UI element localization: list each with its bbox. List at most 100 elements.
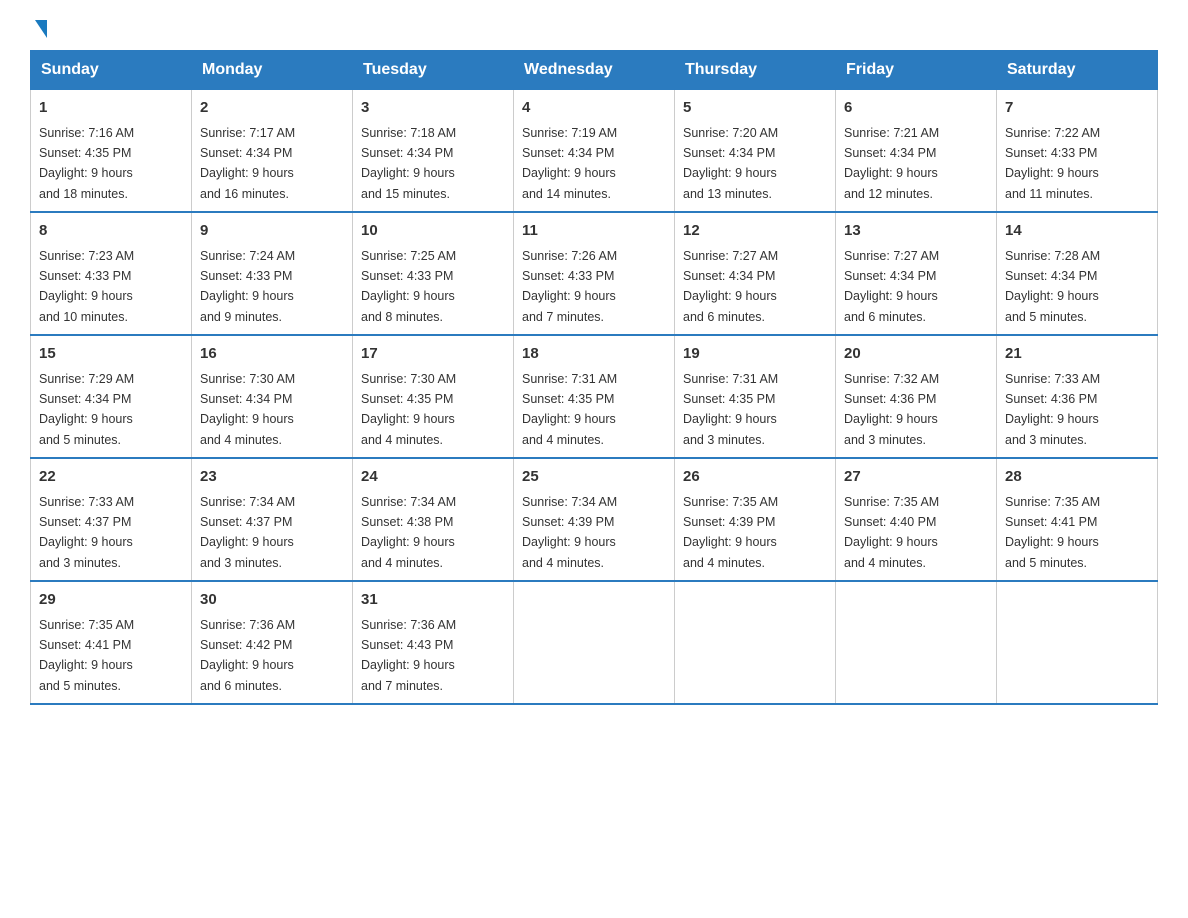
day-info: Sunrise: 7:28 AMSunset: 4:34 PMDaylight:… [1005, 249, 1100, 324]
day-info: Sunrise: 7:30 AMSunset: 4:34 PMDaylight:… [200, 372, 295, 447]
calendar-cell: 26 Sunrise: 7:35 AMSunset: 4:39 PMDayligh… [675, 458, 836, 581]
logo [30, 20, 47, 40]
day-info: Sunrise: 7:34 AMSunset: 4:39 PMDaylight:… [522, 495, 617, 570]
calendar-week-row: 8 Sunrise: 7:23 AMSunset: 4:33 PMDaylight… [31, 212, 1158, 335]
day-info: Sunrise: 7:33 AMSunset: 4:37 PMDaylight:… [39, 495, 134, 570]
calendar-table: SundayMondayTuesdayWednesdayThursdayFrid… [30, 50, 1158, 705]
day-number: 4 [522, 97, 666, 120]
calendar-week-row: 29 Sunrise: 7:35 AMSunset: 4:41 PMDayligh… [31, 581, 1158, 704]
day-number: 18 [522, 343, 666, 366]
header-monday: Monday [192, 51, 353, 90]
day-info: Sunrise: 7:34 AMSunset: 4:37 PMDaylight:… [200, 495, 295, 570]
day-info: Sunrise: 7:20 AMSunset: 4:34 PMDaylight:… [683, 126, 778, 201]
day-info: Sunrise: 7:35 AMSunset: 4:39 PMDaylight:… [683, 495, 778, 570]
header-wednesday: Wednesday [514, 51, 675, 90]
day-number: 19 [683, 343, 827, 366]
calendar-cell: 4 Sunrise: 7:19 AMSunset: 4:34 PMDaylight… [514, 90, 675, 213]
calendar-cell [514, 581, 675, 704]
calendar-cell: 15 Sunrise: 7:29 AMSunset: 4:34 PMDayligh… [31, 335, 192, 458]
day-number: 17 [361, 343, 505, 366]
day-number: 22 [39, 466, 183, 489]
calendar-cell: 20 Sunrise: 7:32 AMSunset: 4:36 PMDayligh… [836, 335, 997, 458]
logo-blue-text [30, 20, 47, 40]
calendar-cell: 16 Sunrise: 7:30 AMSunset: 4:34 PMDayligh… [192, 335, 353, 458]
day-number: 25 [522, 466, 666, 489]
day-number: 29 [39, 589, 183, 612]
calendar-cell: 28Sunrise: 7:35 AMSunset: 4:41 PMDayligh… [997, 458, 1158, 581]
day-info: Sunrise: 7:27 AMSunset: 4:34 PMDaylight:… [844, 249, 939, 324]
day-number: 26 [683, 466, 827, 489]
day-number: 5 [683, 97, 827, 120]
day-info: Sunrise: 7:19 AMSunset: 4:34 PMDaylight:… [522, 126, 617, 201]
day-number: 27 [844, 466, 988, 489]
calendar-cell: 14 Sunrise: 7:28 AMSunset: 4:34 PMDayligh… [997, 212, 1158, 335]
day-number: 7 [1005, 97, 1149, 120]
day-info: Sunrise: 7:26 AMSunset: 4:33 PMDaylight:… [522, 249, 617, 324]
day-number: 23 [200, 466, 344, 489]
calendar-cell [836, 581, 997, 704]
day-number: 12 [683, 220, 827, 243]
calendar-cell: 17Sunrise: 7:30 AMSunset: 4:35 PMDayligh… [353, 335, 514, 458]
header-sunday: Sunday [31, 51, 192, 90]
day-number: 1 [39, 97, 183, 120]
calendar-week-row: 15 Sunrise: 7:29 AMSunset: 4:34 PMDayligh… [31, 335, 1158, 458]
calendar-cell: 8 Sunrise: 7:23 AMSunset: 4:33 PMDaylight… [31, 212, 192, 335]
day-info: Sunrise: 7:25 AMSunset: 4:33 PMDaylight:… [361, 249, 456, 324]
day-info: Sunrise: 7:32 AMSunset: 4:36 PMDaylight:… [844, 372, 939, 447]
calendar-week-row: 1 Sunrise: 7:16 AMSunset: 4:35 PMDaylight… [31, 90, 1158, 213]
header-friday: Friday [836, 51, 997, 90]
day-number: 14 [1005, 220, 1149, 243]
header-tuesday: Tuesday [353, 51, 514, 90]
day-info: Sunrise: 7:35 AMSunset: 4:40 PMDaylight:… [844, 495, 939, 570]
day-number: 21 [1005, 343, 1149, 366]
calendar-cell [997, 581, 1158, 704]
day-number: 16 [200, 343, 344, 366]
day-number: 30 [200, 589, 344, 612]
calendar-cell: 9 Sunrise: 7:24 AMSunset: 4:33 PMDaylight… [192, 212, 353, 335]
day-number: 9 [200, 220, 344, 243]
calendar-cell: 5 Sunrise: 7:20 AMSunset: 4:34 PMDaylight… [675, 90, 836, 213]
day-info: Sunrise: 7:35 AMSunset: 4:41 PMDaylight:… [39, 618, 134, 693]
day-number: 15 [39, 343, 183, 366]
calendar-week-row: 22 Sunrise: 7:33 AMSunset: 4:37 PMDayligh… [31, 458, 1158, 581]
day-number: 20 [844, 343, 988, 366]
day-info: Sunrise: 7:22 AMSunset: 4:33 PMDaylight:… [1005, 126, 1100, 201]
calendar-cell: 10 Sunrise: 7:25 AMSunset: 4:33 PMDayligh… [353, 212, 514, 335]
day-number: 8 [39, 220, 183, 243]
day-info: Sunrise: 7:35 AMSunset: 4:41 PMDaylight:… [1005, 495, 1100, 570]
day-number: 2 [200, 97, 344, 120]
calendar-cell: 13 Sunrise: 7:27 AMSunset: 4:34 PMDayligh… [836, 212, 997, 335]
day-info: Sunrise: 7:36 AMSunset: 4:42 PMDaylight:… [200, 618, 295, 693]
day-info: Sunrise: 7:34 AMSunset: 4:38 PMDaylight:… [361, 495, 456, 570]
day-info: Sunrise: 7:31 AMSunset: 4:35 PMDaylight:… [683, 372, 778, 447]
calendar-cell: 19 Sunrise: 7:31 AMSunset: 4:35 PMDayligh… [675, 335, 836, 458]
calendar-cell: 11 Sunrise: 7:26 AMSunset: 4:33 PMDayligh… [514, 212, 675, 335]
day-info: Sunrise: 7:23 AMSunset: 4:33 PMDaylight:… [39, 249, 134, 324]
day-info: Sunrise: 7:29 AMSunset: 4:34 PMDaylight:… [39, 372, 134, 447]
day-number: 10 [361, 220, 505, 243]
calendar-cell: 23 Sunrise: 7:34 AMSunset: 4:37 PMDayligh… [192, 458, 353, 581]
calendar-cell: 22 Sunrise: 7:33 AMSunset: 4:37 PMDayligh… [31, 458, 192, 581]
calendar-cell: 18Sunrise: 7:31 AMSunset: 4:35 PMDayligh… [514, 335, 675, 458]
day-info: Sunrise: 7:17 AMSunset: 4:34 PMDaylight:… [200, 126, 295, 201]
calendar-cell: 27 Sunrise: 7:35 AMSunset: 4:40 PMDayligh… [836, 458, 997, 581]
calendar-cell: 25 Sunrise: 7:34 AMSunset: 4:39 PMDayligh… [514, 458, 675, 581]
calendar-cell: 21Sunrise: 7:33 AMSunset: 4:36 PMDayligh… [997, 335, 1158, 458]
header-saturday: Saturday [997, 51, 1158, 90]
logo-triangle-icon [35, 20, 47, 38]
day-info: Sunrise: 7:16 AMSunset: 4:35 PMDaylight:… [39, 126, 134, 201]
calendar-cell: 7 Sunrise: 7:22 AMSunset: 4:33 PMDaylight… [997, 90, 1158, 213]
day-number: 24 [361, 466, 505, 489]
calendar-cell: 2 Sunrise: 7:17 AMSunset: 4:34 PMDaylight… [192, 90, 353, 213]
calendar-cell: 3Sunrise: 7:18 AMSunset: 4:34 PMDaylight… [353, 90, 514, 213]
calendar-cell: 6Sunrise: 7:21 AMSunset: 4:34 PMDaylight… [836, 90, 997, 213]
day-number: 13 [844, 220, 988, 243]
day-info: Sunrise: 7:24 AMSunset: 4:33 PMDaylight:… [200, 249, 295, 324]
calendar-cell: 31Sunrise: 7:36 AMSunset: 4:43 PMDayligh… [353, 581, 514, 704]
day-info: Sunrise: 7:21 AMSunset: 4:34 PMDaylight:… [844, 126, 939, 201]
calendar-cell [675, 581, 836, 704]
day-info: Sunrise: 7:27 AMSunset: 4:34 PMDaylight:… [683, 249, 778, 324]
day-number: 11 [522, 220, 666, 243]
day-number: 31 [361, 589, 505, 612]
calendar-cell: 24 Sunrise: 7:34 AMSunset: 4:38 PMDayligh… [353, 458, 514, 581]
